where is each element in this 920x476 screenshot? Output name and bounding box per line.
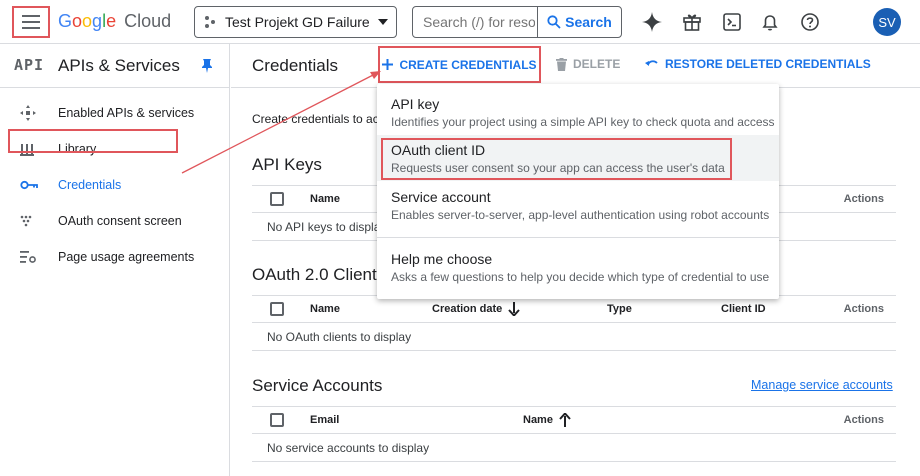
annotation-arrow	[181, 71, 381, 174]
